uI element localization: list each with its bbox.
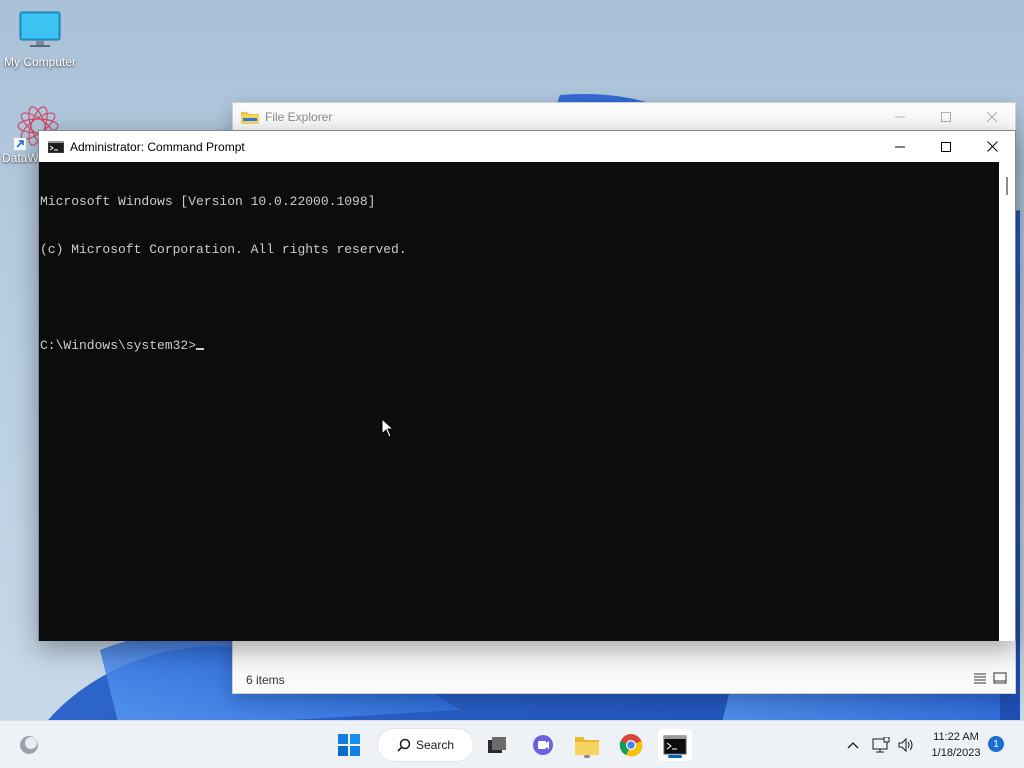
command-prompt-window[interactable]: Administrator: Command Prompt Microsoft …: [38, 130, 1016, 641]
start-button[interactable]: [332, 729, 366, 761]
vertical-scrollbar[interactable]: [999, 162, 1015, 641]
start-icon: [338, 734, 360, 756]
close-button[interactable]: [969, 103, 1015, 131]
file-explorer-taskbar-button[interactable]: [570, 729, 604, 761]
task-view-button[interactable]: [480, 729, 514, 761]
search-label: Search: [415, 738, 455, 752]
close-button[interactable]: [969, 131, 1015, 162]
chrome-button[interactable]: [614, 729, 648, 761]
console-prompt: C:\Windows\system32>: [40, 338, 197, 353]
teams-chat-button[interactable]: [526, 729, 560, 761]
text-cursor: [196, 348, 205, 350]
chevron-up-icon: [847, 742, 859, 749]
terminal-icon: [663, 735, 687, 755]
console-line: (c) Microsoft Corporation. All rights re…: [40, 242, 407, 257]
minimize-icon: [895, 116, 905, 118]
volume-icon: [898, 737, 913, 753]
minimize-button[interactable]: [877, 131, 923, 162]
close-icon: [987, 112, 997, 122]
search-icon: [397, 738, 411, 752]
console-line: Microsoft Windows [Version 10.0.22000.10…: [40, 194, 376, 209]
scrollbar-thumb[interactable]: [1006, 177, 1008, 195]
folder-icon: [241, 112, 259, 124]
maximize-button[interactable]: [923, 103, 969, 131]
command-prompt-taskbar-button[interactable]: [658, 729, 692, 761]
search-button[interactable]: Search: [378, 729, 473, 761]
show-hidden-icons-button[interactable]: [838, 729, 868, 761]
clock-time: 11:22 AM: [933, 731, 979, 743]
mouse-pointer-icon: [381, 418, 395, 438]
clock-date: 1/18/2023: [931, 747, 981, 759]
minimize-icon: [895, 146, 905, 147]
console-prompt-line[interactable]: C:\Windows\system32>: [40, 338, 1000, 354]
desktop-icon-my-computer[interactable]: My Computer: [2, 10, 78, 69]
clock[interactable]: 11:22 AM 1/18/2023: [922, 729, 990, 761]
item-count: 6 items: [246, 673, 285, 687]
active-indicator: [668, 755, 682, 758]
network-button[interactable]: [868, 729, 894, 761]
console-output[interactable]: Microsoft Windows [Version 10.0.22000.10…: [39, 162, 1000, 641]
widgets-button[interactable]: [12, 729, 46, 761]
tiles-view-icon[interactable]: [993, 672, 1007, 684]
taskbar: Search 11:22 AM 1/18/2023: [0, 720, 1024, 768]
cmd-icon: [48, 140, 64, 153]
maximize-icon: [941, 141, 951, 152]
running-indicator: [584, 755, 590, 758]
status-bar: 6 items: [233, 667, 1015, 693]
minimize-button[interactable]: [877, 103, 923, 131]
monitor-icon: [19, 11, 61, 47]
file-explorer-icon: [575, 737, 599, 755]
weather-widget-icon: [20, 736, 38, 754]
details-view-icon[interactable]: [973, 672, 987, 684]
network-icon: [872, 737, 890, 753]
chrome-icon: [619, 734, 643, 757]
command-prompt-title: Administrator: Command Prompt: [70, 139, 245, 154]
maximize-icon: [941, 112, 951, 122]
file-explorer-title: File Explorer: [265, 110, 333, 124]
maximize-button[interactable]: [923, 131, 969, 162]
teams-chat-icon: [533, 735, 553, 755]
command-prompt-titlebar[interactable]: Administrator: Command Prompt: [39, 131, 1015, 162]
task-view-icon: [488, 737, 506, 753]
volume-button[interactable]: [893, 729, 919, 761]
notification-badge[interactable]: 1: [988, 736, 1004, 752]
close-icon: [986, 141, 998, 152]
